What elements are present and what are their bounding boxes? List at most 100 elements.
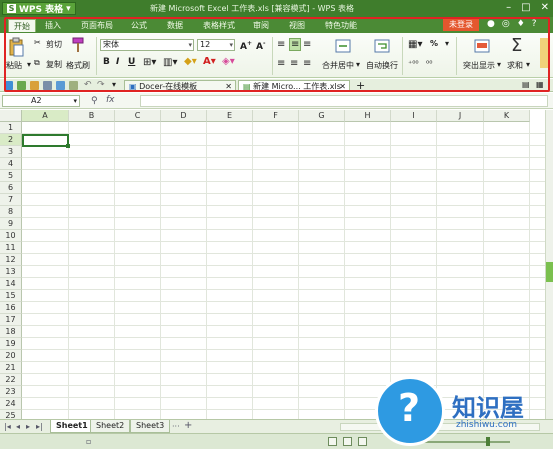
- row-header-2[interactable]: 2: [0, 134, 22, 146]
- align-left-icon[interactable]: ≡: [277, 58, 285, 69]
- login-button[interactable]: 未登录: [443, 19, 479, 31]
- sheet-tab-sheet1[interactable]: Sheet1: [50, 420, 94, 433]
- copy-button[interactable]: 复制: [46, 59, 62, 70]
- sum-icon[interactable]: Σ: [511, 35, 522, 56]
- font-name-combo[interactable]: 宋体 ▾: [100, 39, 194, 51]
- fx-icon[interactable]: fx: [106, 95, 115, 105]
- increase-decimal-icon[interactable]: ⁺⁰⁰: [408, 59, 419, 68]
- row-header-17[interactable]: 17: [0, 314, 22, 326]
- zoom-lookup-icon[interactable]: ⚲: [91, 96, 98, 106]
- format-painter-button[interactable]: 格式刷: [66, 60, 90, 71]
- fill-color-icon[interactable]: ◆▾: [184, 56, 197, 67]
- italic-button[interactable]: I: [116, 57, 119, 67]
- zoom-slider-thumb[interactable]: [486, 437, 490, 446]
- name-box[interactable]: A2 ▾: [2, 95, 80, 107]
- row-header-16[interactable]: 16: [0, 302, 22, 314]
- highlight-button[interactable]: 突出显示: [463, 60, 495, 71]
- column-header-c[interactable]: C: [115, 110, 161, 122]
- wps-app-menu-button[interactable]: S WPS 表格 ▾: [2, 2, 76, 15]
- row-header-10[interactable]: 10: [0, 230, 22, 242]
- formula-input[interactable]: [140, 95, 548, 107]
- row-header-19[interactable]: 19: [0, 338, 22, 350]
- row-header-9[interactable]: 9: [0, 218, 22, 230]
- spreadsheet-grid[interactable]: ABCDEFGHIJK 1 2 3 4 5 6 7 8 9 10 11 12 13 14 15 16 17 18 1…: [0, 110, 553, 419]
- tab-insert[interactable]: 插入: [40, 19, 66, 32]
- more-sheets-icon[interactable]: ···: [172, 422, 180, 431]
- row-header-18[interactable]: 18: [0, 326, 22, 338]
- normal-view-icon[interactable]: [328, 437, 337, 446]
- maximize-button[interactable]: □: [521, 2, 530, 13]
- row-header-23[interactable]: 23: [0, 386, 22, 398]
- highlight-icon[interactable]: [474, 38, 490, 54]
- more-icon[interactable]: [540, 38, 550, 68]
- underline-button[interactable]: U: [128, 57, 135, 67]
- wrap-text-button[interactable]: 自动换行: [366, 60, 398, 71]
- column-header-e[interactable]: E: [207, 110, 253, 122]
- first-sheet-icon[interactable]: |◂: [4, 422, 11, 431]
- row-header-8[interactable]: 8: [0, 206, 22, 218]
- redo-icon[interactable]: ↷: [97, 80, 105, 90]
- print-preview-icon[interactable]: [56, 81, 65, 90]
- row-header-12[interactable]: 12: [0, 254, 22, 266]
- tab-review[interactable]: 审阅: [248, 19, 274, 32]
- column-header-g[interactable]: G: [299, 110, 345, 122]
- row-header-14[interactable]: 14: [0, 278, 22, 290]
- row-header-20[interactable]: 20: [0, 350, 22, 362]
- tab-home[interactable]: 开始: [8, 19, 36, 32]
- merge-center-icon[interactable]: [335, 38, 351, 54]
- tab-data[interactable]: 数据: [162, 19, 188, 32]
- sheet-tab-sheet3[interactable]: Sheet3: [130, 420, 171, 433]
- page-break-view-icon[interactable]: [358, 437, 367, 446]
- increase-font-size-icon[interactable]: A+: [240, 40, 252, 52]
- skin-icon[interactable]: ●: [487, 19, 495, 29]
- chevron-down-icon[interactable]: ▾: [229, 40, 233, 50]
- last-sheet-icon[interactable]: ▸|: [36, 422, 43, 431]
- save-icon[interactable]: [4, 81, 13, 90]
- format-painter-icon[interactable]: [70, 37, 86, 53]
- border-icon[interactable]: ⊞▾: [143, 57, 156, 68]
- close-icon[interactable]: ✕: [339, 81, 346, 92]
- doc-tab-workbook[interactable]: ▤ 新建 Micro... 工作表.xls ✕: [238, 80, 350, 92]
- column-header-f[interactable]: F: [253, 110, 299, 122]
- tab-special-features[interactable]: 特色功能: [320, 19, 362, 32]
- tab-formulas[interactable]: 公式: [126, 19, 152, 32]
- doc-tab-docer[interactable]: ▣ Docer-在线模板 ✕: [124, 80, 236, 92]
- chevron-down-icon[interactable]: ▾: [356, 60, 360, 69]
- scrollbar-thumb[interactable]: [546, 262, 553, 282]
- active-cell[interactable]: [22, 134, 69, 147]
- sheet-tab-sheet2[interactable]: Sheet2: [90, 420, 131, 433]
- align-bottom-icon[interactable]: ≡: [303, 39, 311, 50]
- close-button[interactable]: ✕: [541, 2, 549, 13]
- chevron-down-icon[interactable]: ▾: [73, 96, 77, 106]
- row-header-5[interactable]: 5: [0, 170, 22, 182]
- vertical-scrollbar[interactable]: [545, 110, 553, 419]
- row-header-4[interactable]: 4: [0, 158, 22, 170]
- undo-icon[interactable]: ↶: [84, 80, 92, 90]
- tab-table-style[interactable]: 表格样式: [198, 19, 240, 32]
- row-header-25[interactable]: 25: [0, 410, 22, 419]
- column-header-d[interactable]: D: [161, 110, 207, 122]
- row-header-1[interactable]: 1: [0, 122, 22, 134]
- align-right-icon[interactable]: ≡: [303, 58, 311, 69]
- tab-list-icon[interactable]: ▤: [522, 80, 530, 89]
- row-header-15[interactable]: 15: [0, 290, 22, 302]
- prev-sheet-icon[interactable]: ◂: [16, 422, 20, 431]
- row-header-24[interactable]: 24: [0, 398, 22, 410]
- tab-view[interactable]: 视图: [284, 19, 310, 32]
- paste-button-label[interactable]: 粘贴: [6, 60, 22, 71]
- ribbon-toggle-icon[interactable]: ▦: [536, 80, 544, 89]
- cell-style-icon[interactable]: ▥▾: [163, 57, 177, 68]
- page-layout-view-icon[interactable]: [343, 437, 352, 446]
- row-header-3[interactable]: 3: [0, 146, 22, 158]
- align-top-icon[interactable]: ≡: [277, 39, 285, 50]
- cut-button[interactable]: 剪切: [46, 39, 62, 50]
- close-icon[interactable]: ✕: [225, 81, 232, 92]
- column-header-a[interactable]: A: [22, 110, 69, 122]
- fill-handle[interactable]: [66, 144, 70, 148]
- row-header-13[interactable]: 13: [0, 266, 22, 278]
- tab-page-layout[interactable]: 页面布局: [76, 19, 118, 32]
- paste-icon[interactable]: [8, 37, 24, 57]
- open-file-icon[interactable]: [30, 81, 39, 90]
- add-sheet-button[interactable]: +: [184, 420, 192, 431]
- feedback-icon[interactable]: ◎: [502, 19, 510, 29]
